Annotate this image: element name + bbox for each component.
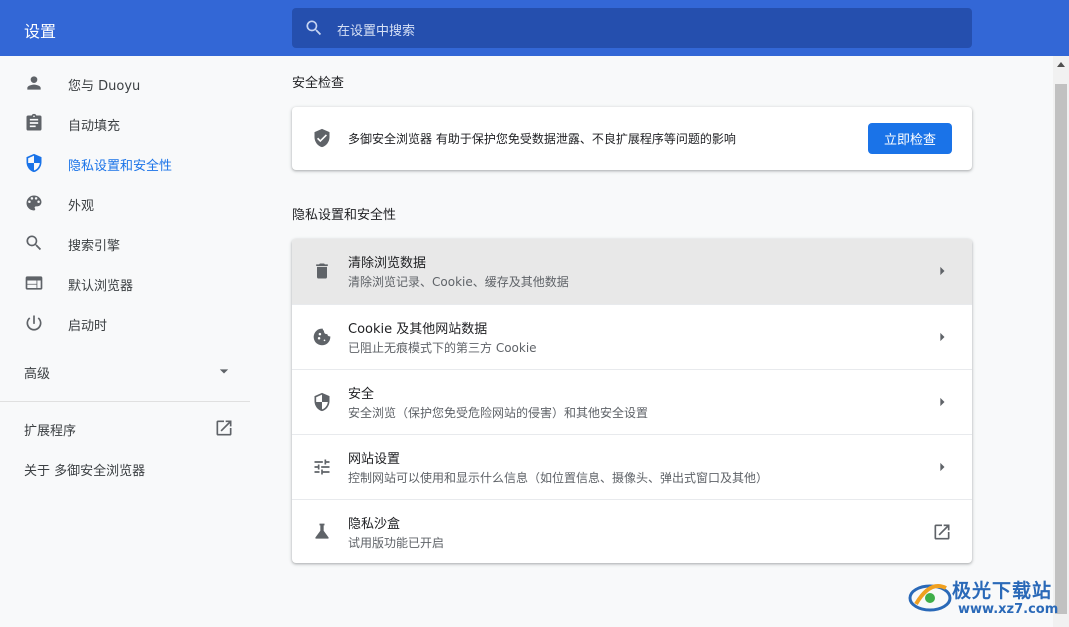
sidebar-item-appearance[interactable]: 外观 (0, 183, 250, 223)
watermark-url: www.xz7.com (958, 602, 1059, 617)
sidebar-item-on-startup[interactable]: 启动时 (0, 303, 250, 343)
browser-window-icon (24, 273, 44, 293)
safety-check-card: 多御安全浏览器 有助于保护您免受数据泄露、不良扩展程序等问题的影响 立即检查 (292, 107, 972, 170)
row-title: Cookie 及其他网站数据 (348, 322, 488, 337)
watermark-logo-icon (908, 578, 952, 616)
site-settings-row[interactable]: 网站设置 控制网站可以使用和显示什么信息（如位置信息、摄像头、弹出式窗口及其他） (292, 434, 972, 499)
sidebar-item-autofill[interactable]: 自动填充 (0, 103, 250, 143)
chevron-right-icon (932, 392, 952, 412)
scroll-up-arrow-icon[interactable] (1057, 62, 1065, 67)
tune-icon (312, 457, 332, 477)
privacy-card: 清除浏览数据 清除浏览记录、Cookie、缓存及其他数据 Cookie 及其他网… (292, 239, 972, 563)
row-title: 隐私沙盒 (348, 517, 401, 532)
row-subtitle: 试用版功能已开启 (348, 536, 445, 550)
sidebar-item-about[interactable]: 关于 多御安全浏览器 (0, 448, 250, 488)
sidebar-item-label: 自动填充 (68, 119, 121, 134)
verified-shield-icon (312, 128, 332, 148)
sidebar-item-you-and-duoyu[interactable]: 您与 Duoyu (0, 63, 250, 103)
open-in-new-icon (214, 418, 234, 438)
sidebar-item-label: 您与 Duoyu (68, 79, 141, 94)
chevron-right-icon (932, 457, 952, 477)
safety-check-heading: 安全检查 (292, 76, 345, 91)
search-input[interactable]: 在设置中搜索 (337, 20, 415, 39)
safety-check-description: 多御安全浏览器 有助于保护您免受数据泄露、不良扩展程序等问题的影响 (348, 132, 736, 146)
sidebar-item-search-engine[interactable]: 搜索引擎 (0, 223, 250, 263)
row-subtitle: 清除浏览记录、Cookie、缓存及其他数据 (348, 275, 569, 289)
sidebar: 您与 Duoyu 自动填充 隐私设置和安全性 外观 搜索引擎 默认浏览器 启动时… (0, 56, 250, 627)
sidebar-advanced-toggle[interactable]: 高级 (0, 351, 250, 391)
search-icon (24, 233, 44, 253)
sidebar-item-label: 扩展程序 (24, 424, 77, 439)
search-icon (304, 18, 324, 38)
chevron-right-icon (932, 327, 952, 347)
watermark: 极光下载站 www.xz7.com (908, 574, 1060, 618)
check-now-button[interactable]: 立即检查 (868, 123, 952, 154)
watermark-title: 极光下载站 (952, 580, 1053, 602)
trash-icon (312, 261, 332, 281)
sidebar-item-label: 隐私设置和安全性 (68, 159, 173, 174)
privacy-sandbox-row[interactable]: 隐私沙盒 试用版功能已开启 (292, 499, 972, 563)
open-in-new-icon (932, 522, 952, 542)
flask-icon (312, 522, 332, 542)
shield-icon (24, 153, 44, 173)
row-subtitle: 控制网站可以使用和显示什么信息（如位置信息、摄像头、弹出式窗口及其他） (348, 471, 769, 485)
scrollbar-thumb[interactable] (1055, 84, 1067, 614)
power-icon (24, 313, 44, 333)
sidebar-item-extensions[interactable]: 扩展程序 (0, 408, 250, 448)
cookies-row[interactable]: Cookie 及其他网站数据 已阻止无痕模式下的第三方 Cookie (292, 304, 972, 369)
sidebar-item-label: 关于 多御安全浏览器 (24, 464, 146, 479)
sidebar-item-label: 启动时 (68, 319, 108, 334)
sidebar-item-label: 默认浏览器 (68, 279, 134, 294)
cookie-icon (312, 327, 332, 347)
security-row[interactable]: 安全 安全浏览（保护您免受危险网站的侵害）和其他安全设置 (292, 369, 972, 434)
privacy-section-heading: 隐私设置和安全性 (292, 208, 397, 223)
row-title: 安全 (348, 387, 375, 402)
sidebar-divider (0, 401, 250, 402)
row-subtitle: 已阻止无痕模式下的第三方 Cookie (348, 341, 537, 355)
sidebar-item-label: 搜索引擎 (68, 239, 121, 254)
sidebar-item-privacy-security[interactable]: 隐私设置和安全性 (0, 143, 250, 183)
scrollbar[interactable] (1053, 56, 1069, 627)
sidebar-item-default-browser[interactable]: 默认浏览器 (0, 263, 250, 303)
palette-icon (24, 193, 44, 213)
row-title: 清除浏览数据 (348, 256, 427, 271)
clipboard-icon (24, 113, 44, 133)
row-subtitle: 安全浏览（保护您免受危险网站的侵害）和其他安全设置 (348, 406, 649, 420)
top-bar: 设置 在设置中搜索 (0, 0, 1069, 56)
clear-browsing-data-row[interactable]: 清除浏览数据 清除浏览记录、Cookie、缓存及其他数据 (292, 239, 972, 304)
person-icon (24, 73, 44, 93)
caret-down-icon (214, 361, 234, 381)
chevron-right-icon (932, 261, 952, 281)
sidebar-item-label: 外观 (68, 199, 95, 214)
row-title: 网站设置 (348, 452, 401, 467)
page-title: 设置 (24, 22, 57, 41)
sidebar-advanced-label: 高级 (24, 367, 51, 382)
search-box[interactable]: 在设置中搜索 (292, 8, 972, 48)
security-shield-icon (312, 392, 332, 412)
